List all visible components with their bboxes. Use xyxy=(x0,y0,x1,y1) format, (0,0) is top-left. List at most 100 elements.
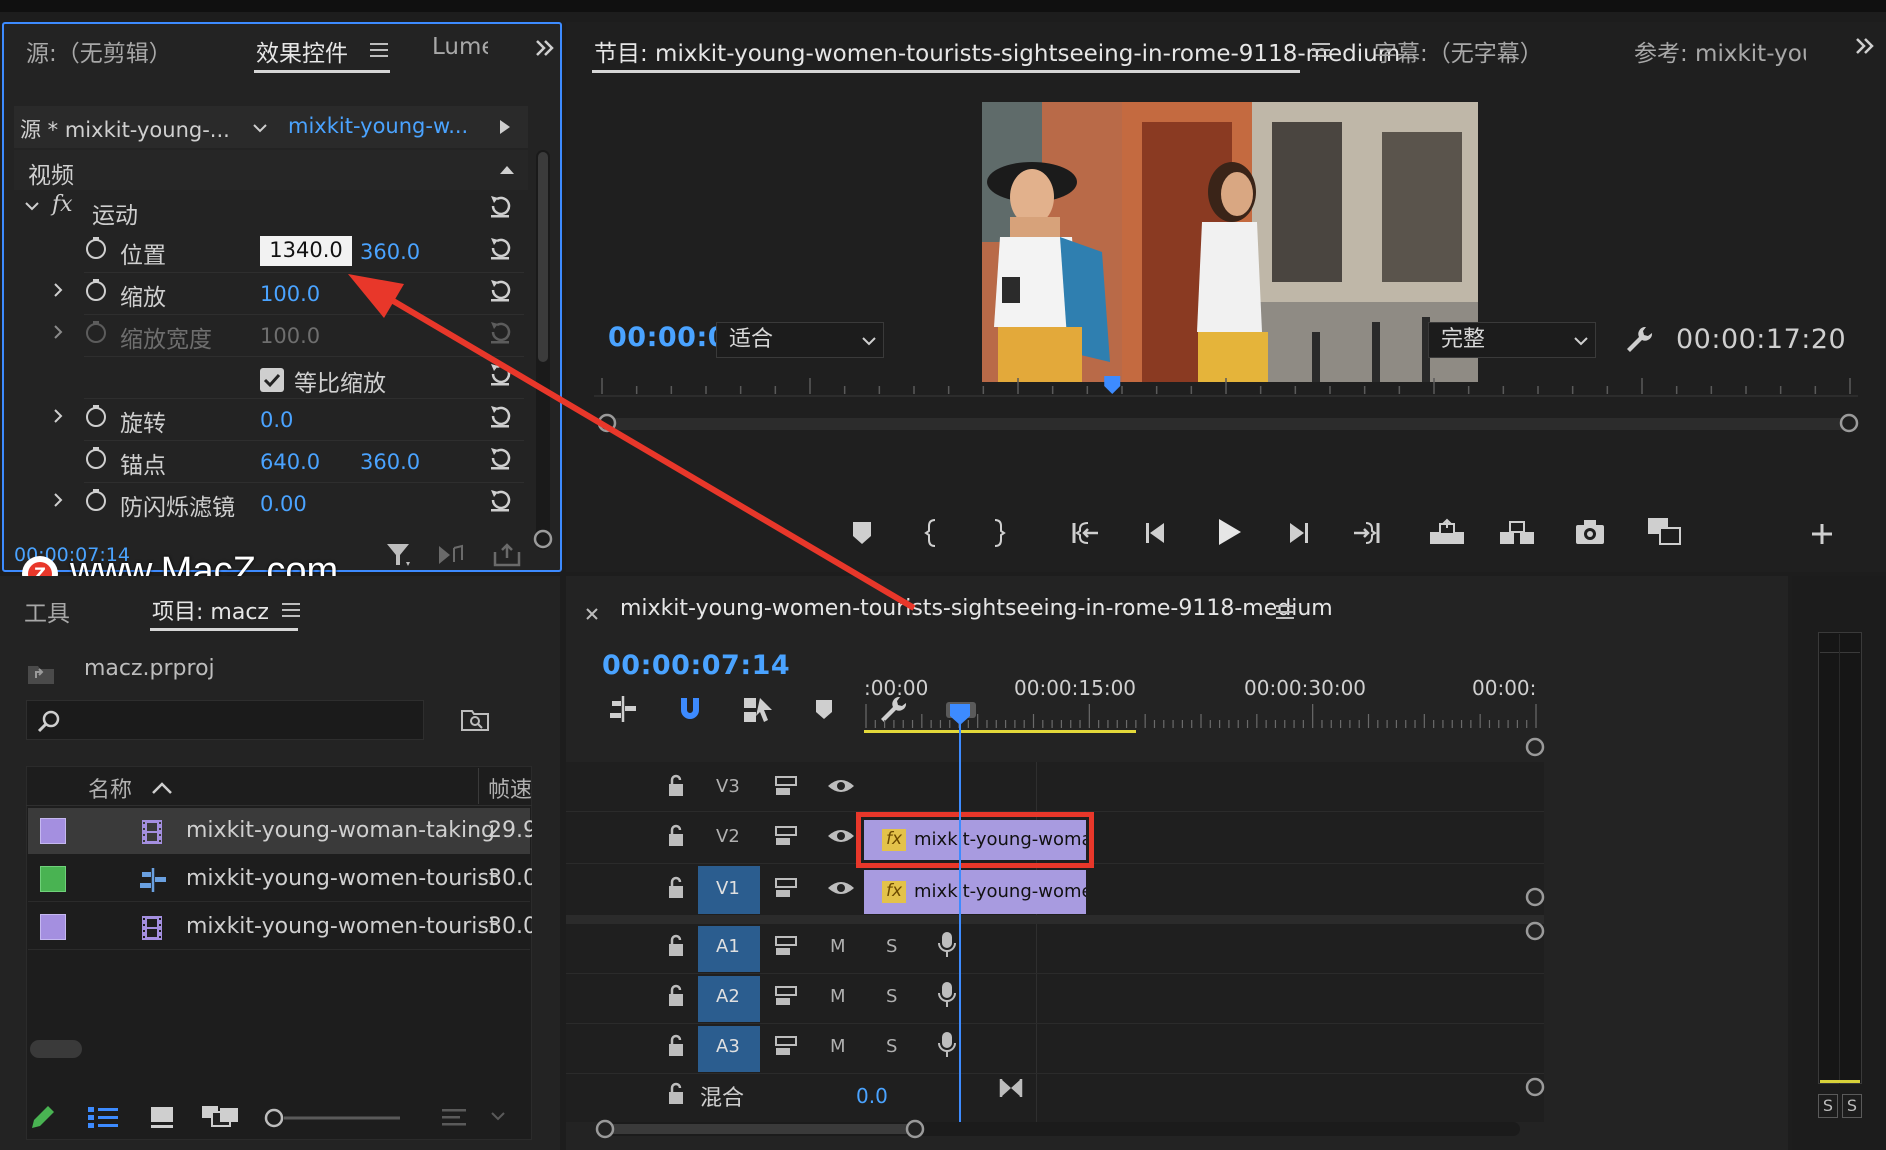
column-name-header[interactable]: 名称 xyxy=(88,772,132,804)
track-label-v3[interactable]: V3 xyxy=(716,776,740,797)
chevron-down-icon[interactable] xyxy=(252,122,268,134)
tab-source[interactable]: 源:（无剪辑） xyxy=(26,34,172,68)
reset-icon[interactable] xyxy=(486,276,514,304)
clip-v1[interactable]: fx mixkit-young-women-tou xyxy=(864,870,1086,914)
chevron-right-icon[interactable] xyxy=(52,408,64,424)
anchor-y-value[interactable]: 360.0 xyxy=(360,450,420,474)
more-tabs-icon[interactable] xyxy=(1854,36,1876,56)
mute-button[interactable]: M xyxy=(830,1036,846,1057)
step-back-icon[interactable] xyxy=(1142,520,1170,546)
icon-view-icon[interactable] xyxy=(148,1104,176,1130)
scroll-handle-icon[interactable] xyxy=(1524,1076,1546,1098)
sequence-clip-label[interactable]: mixkit-young-w... xyxy=(288,114,468,138)
snap-magnet-icon[interactable] xyxy=(676,694,704,724)
microphone-icon[interactable] xyxy=(936,980,958,1010)
meter-solo-left-button[interactable]: S xyxy=(1818,1094,1838,1118)
lock-icon[interactable] xyxy=(666,934,686,958)
solo-button[interactable]: S xyxy=(886,1036,897,1057)
label-color-swatch[interactable] xyxy=(40,818,66,844)
tab-program[interactable]: 节目: mixkit-young-women-tourists-sightsee… xyxy=(594,34,1400,68)
zoom-level-dropdown[interactable]: 适合 xyxy=(716,322,884,358)
export-icon[interactable] xyxy=(492,542,522,568)
video-preview[interactable] xyxy=(982,102,1478,382)
scroll-handle-right-icon[interactable] xyxy=(1838,412,1860,434)
anti-flicker-value[interactable]: 0.00 xyxy=(260,492,307,516)
reset-icon[interactable] xyxy=(486,402,514,430)
scrollbar-thumb[interactable] xyxy=(538,152,548,362)
play-triangle-icon[interactable] xyxy=(498,118,512,136)
comparison-view-icon[interactable] xyxy=(1646,516,1684,548)
stopwatch-icon[interactable] xyxy=(84,446,108,470)
mark-out-icon[interactable] xyxy=(990,518,1006,548)
lock-icon[interactable] xyxy=(666,876,686,900)
microphone-icon[interactable] xyxy=(936,1030,958,1060)
go-to-in-icon[interactable] xyxy=(1070,520,1100,546)
stopwatch-icon[interactable] xyxy=(84,404,108,428)
chevron-right-icon[interactable] xyxy=(52,282,64,298)
timeline-playhead-handle[interactable] xyxy=(948,704,972,726)
label-color-swatch[interactable] xyxy=(40,866,66,892)
chevron-down-icon[interactable] xyxy=(24,200,40,212)
zoom-slider[interactable] xyxy=(262,1106,402,1130)
eye-icon[interactable] xyxy=(826,826,856,846)
filter-icon[interactable] xyxy=(384,540,414,570)
scroll-handle-icon[interactable] xyxy=(1524,886,1546,908)
tab-lumetri[interactable]: Lume xyxy=(432,34,488,60)
sync-lock-icon[interactable] xyxy=(774,934,800,958)
chevron-down-icon[interactable] xyxy=(490,1110,506,1122)
mark-in-icon[interactable] xyxy=(924,518,940,548)
microphone-icon[interactable] xyxy=(936,930,958,960)
play-button-icon[interactable] xyxy=(1214,516,1244,548)
sync-lock-icon[interactable] xyxy=(774,1034,800,1058)
panel-menu-icon[interactable] xyxy=(370,42,388,58)
freeform-view-icon[interactable] xyxy=(200,1102,240,1130)
scroll-handle-right-icon[interactable] xyxy=(904,1118,926,1140)
reset-icon[interactable] xyxy=(486,360,514,388)
mix-volume-value[interactable]: 0.0 xyxy=(856,1084,888,1108)
scroll-handle-icon[interactable] xyxy=(1524,736,1546,758)
program-ruler[interactable] xyxy=(594,372,1858,424)
eye-icon[interactable] xyxy=(826,776,856,796)
stopwatch-icon[interactable] xyxy=(84,488,108,512)
scroll-handle-left-icon[interactable] xyxy=(596,412,618,434)
anchor-x-value[interactable]: 640.0 xyxy=(260,450,320,474)
pencil-icon[interactable] xyxy=(28,1102,58,1132)
reset-icon[interactable] xyxy=(486,234,514,262)
solo-button[interactable]: S xyxy=(886,936,897,957)
tab-reference[interactable]: 参考: mixkit-your xyxy=(1634,34,1806,68)
project-search-input[interactable] xyxy=(26,700,424,740)
zoom-scrollbar[interactable] xyxy=(606,418,1846,430)
label-color-swatch[interactable] xyxy=(40,914,66,940)
chevron-right-icon[interactable] xyxy=(52,324,64,340)
lock-icon[interactable] xyxy=(666,1082,686,1106)
eye-icon[interactable] xyxy=(826,878,856,898)
lock-icon[interactable] xyxy=(666,774,686,798)
play-audio-icon[interactable] xyxy=(436,542,466,568)
lock-icon[interactable] xyxy=(666,1034,686,1058)
add-marker-icon[interactable] xyxy=(814,698,834,720)
scroll-handle-icon[interactable] xyxy=(532,528,554,550)
sync-lock-icon[interactable] xyxy=(774,876,800,900)
reset-icon[interactable] xyxy=(486,444,514,472)
chevron-right-icon[interactable] xyxy=(52,492,64,508)
panel-menu-icon[interactable] xyxy=(1276,604,1294,620)
camera-icon[interactable] xyxy=(1574,518,1606,546)
video-audio-divider[interactable] xyxy=(566,916,1544,924)
uniform-scale-checkbox[interactable] xyxy=(260,368,284,392)
lock-icon[interactable] xyxy=(666,984,686,1008)
track-label-a1[interactable]: A1 xyxy=(716,936,740,957)
sort-ascending-icon[interactable] xyxy=(150,780,174,796)
sync-lock-icon[interactable] xyxy=(774,824,800,848)
track-label-v1[interactable]: V1 xyxy=(716,878,740,899)
add-marker-icon[interactable] xyxy=(850,520,874,546)
horizontal-scrollbar-thumb[interactable] xyxy=(30,1040,82,1058)
timeline-playhead-line[interactable] xyxy=(959,724,961,1124)
position-y-value[interactable]: 360.0 xyxy=(360,240,420,264)
collapse-up-icon[interactable] xyxy=(498,164,516,176)
close-icon[interactable] xyxy=(584,606,600,622)
meter-solo-right-button[interactable]: S xyxy=(1842,1094,1862,1118)
rotation-value[interactable]: 0.0 xyxy=(260,408,293,432)
find-bin-icon[interactable] xyxy=(460,706,490,734)
tab-tools[interactable]: 工具 xyxy=(24,594,70,628)
add-button-icon[interactable] xyxy=(1810,522,1834,546)
